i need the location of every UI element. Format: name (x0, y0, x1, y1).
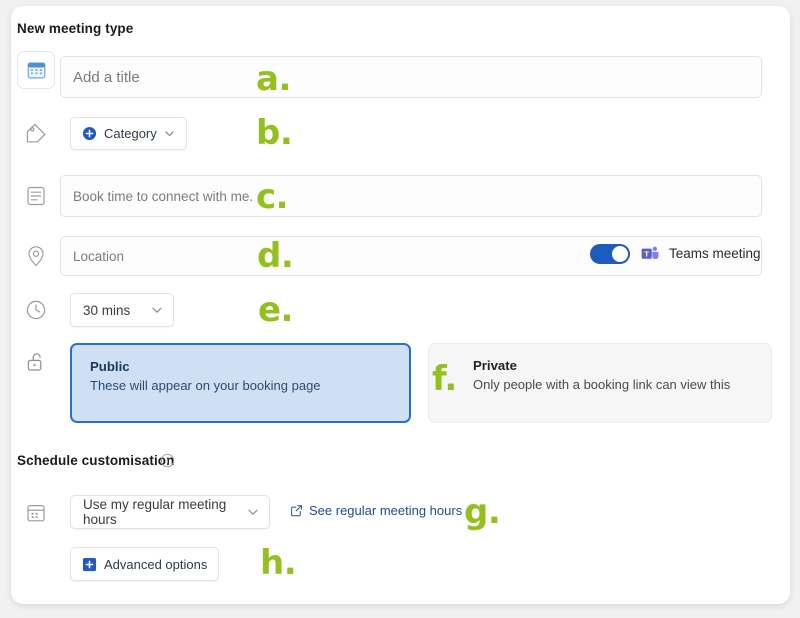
advanced-options-label: Advanced options (104, 557, 207, 572)
teams-meeting-label: Teams meeting (669, 246, 761, 261)
visibility-option-private[interactable]: Private Only people with a booking link … (428, 343, 772, 423)
annotation-h: h. (260, 546, 296, 580)
title-input-placeholder: Add a title (73, 69, 140, 86)
meeting-hours-select-value: Use my regular meeting hours (83, 497, 247, 527)
page-title: New meeting type (17, 21, 133, 36)
duration-select[interactable]: 30 mins (70, 293, 174, 327)
calendar-icon-box (17, 51, 55, 89)
private-option-title: Private (473, 358, 753, 373)
location-pin-icon (24, 244, 48, 268)
public-option-title: Public (90, 359, 391, 374)
annotation-e: e. (258, 293, 293, 327)
plus-circle-icon (82, 126, 97, 141)
annotation-c: c. (256, 180, 288, 214)
public-option-subtitle: These will appear on your booking page (90, 378, 391, 393)
page-background: New meeting type Schedule customisation (0, 0, 800, 618)
meeting-hours-select[interactable]: Use my regular meeting hours (70, 495, 270, 529)
annotation-f: f. (432, 362, 457, 396)
private-option-subtitle: Only people with a booking link can view… (473, 377, 753, 392)
svg-text:T: T (644, 249, 649, 258)
chevron-down-icon (151, 304, 163, 316)
annotation-a: a. (256, 62, 291, 96)
schedule-customisation-title: Schedule customisation (17, 453, 174, 468)
description-input-placeholder: Book time to connect with me. (73, 189, 253, 204)
tag-icon (24, 121, 48, 145)
clock-icon (24, 298, 48, 322)
category-button[interactable]: Category (70, 117, 187, 150)
chevron-down-icon (247, 506, 259, 518)
info-icon[interactable] (160, 453, 175, 468)
description-icon (24, 184, 48, 208)
annotation-g: g. (464, 495, 500, 529)
visibility-option-public[interactable]: Public These will appear on your booking… (70, 343, 411, 423)
location-input-placeholder: Location (73, 249, 124, 264)
duration-select-value: 30 mins (83, 303, 130, 318)
chevron-down-icon (164, 128, 175, 139)
teams-icon: T (639, 243, 660, 264)
category-button-label: Category (104, 126, 157, 141)
see-regular-meeting-hours-label: See regular meeting hours (309, 503, 462, 518)
unlocked-padlock-icon (24, 350, 48, 374)
annotation-d: d. (257, 239, 293, 273)
teams-meeting-toggle[interactable] (590, 244, 630, 264)
advanced-options-button[interactable]: Advanced options (70, 547, 219, 581)
see-regular-meeting-hours-link[interactable]: See regular meeting hours (290, 503, 462, 518)
calendar-outline-icon (24, 501, 48, 525)
calendar-icon (26, 60, 47, 81)
annotation-b: b. (256, 116, 292, 150)
teams-meeting-group: T Teams meeting (590, 243, 761, 264)
title-input[interactable]: Add a title (60, 56, 762, 98)
external-link-icon (290, 504, 303, 517)
plus-square-icon (82, 557, 97, 572)
description-input[interactable]: Book time to connect with me. (60, 175, 762, 217)
